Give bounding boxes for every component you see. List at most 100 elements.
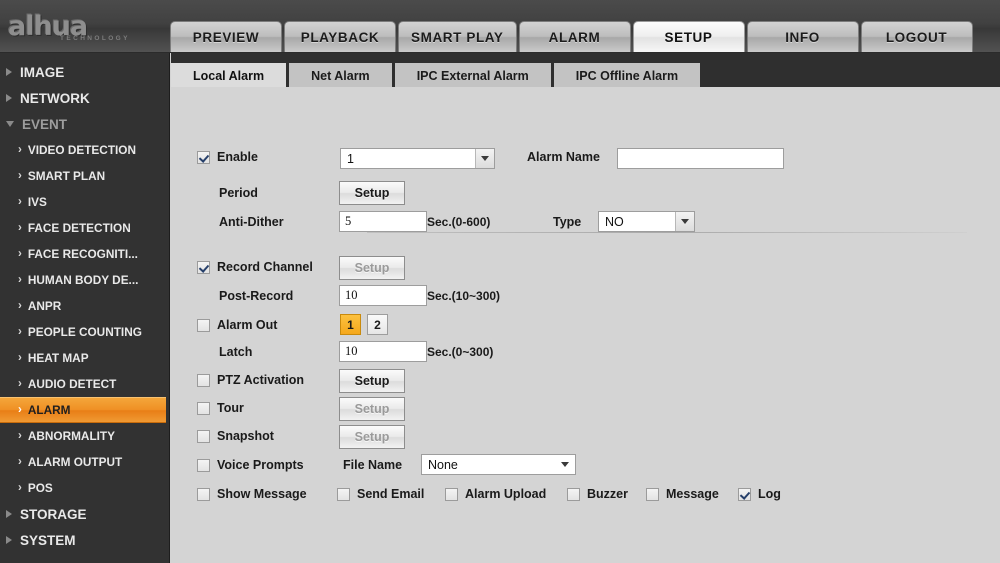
- alarm-out-channel-1[interactable]: 1: [340, 314, 361, 335]
- post-record-input[interactable]: 10: [339, 285, 427, 306]
- chevron-right-icon: ›: [18, 196, 22, 208]
- alarm-upload-checkbox[interactable]: [445, 487, 458, 501]
- chevron-right-icon: ›: [18, 378, 22, 390]
- latch-label: Latch: [219, 345, 253, 359]
- sidebar-item-human-body-de[interactable]: › HUMAN BODY DE...: [0, 267, 169, 293]
- sidebar-item-label: AUDIO DETECT: [27, 377, 117, 391]
- log-checkbox[interactable]: [738, 487, 751, 501]
- chevron-down-icon: [675, 212, 694, 231]
- subtab-ipc-offline-alarm[interactable]: IPC Offline Alarm: [553, 63, 704, 89]
- enable-checkbox[interactable]: [197, 150, 210, 164]
- sidebar-item-ivs[interactable]: › IVS: [0, 189, 169, 215]
- record-channel-setup-button[interactable]: Setup: [339, 256, 405, 280]
- sidebar-item-label: IMAGE: [20, 64, 65, 80]
- chevron-right-icon: ›: [18, 326, 22, 338]
- triangle-right-icon: [6, 510, 12, 518]
- snapshot-row: Snapshot: [197, 429, 274, 443]
- sidebar-item-label: IVS: [27, 195, 47, 209]
- sidebar-item-video-detection[interactable]: › VIDEO DETECTION: [0, 137, 169, 163]
- anti-dither-hint: Sec.(0-600): [427, 215, 490, 229]
- sidebar-item-heat-map[interactable]: › HEAT MAP: [0, 345, 169, 371]
- chevron-down-icon: [555, 455, 575, 474]
- channel-select[interactable]: 1: [340, 148, 495, 169]
- buzzer-label: Buzzer: [587, 487, 628, 501]
- message-checkbox[interactable]: [646, 487, 659, 501]
- sidebar-item-network[interactable]: NETWORK: [0, 85, 169, 111]
- dahua-logo: alhua TECHNOLOGY: [8, 5, 158, 47]
- triangle-right-icon: [6, 68, 12, 76]
- chevron-right-icon: ›: [18, 274, 22, 286]
- channel-select-value: 1: [347, 151, 354, 166]
- period-setup-button[interactable]: Setup: [339, 181, 405, 205]
- tour-setup-button[interactable]: Setup: [339, 397, 405, 421]
- alarm-name-label: Alarm Name: [527, 150, 600, 164]
- alarm-name-input[interactable]: [617, 148, 784, 169]
- subtab-local-alarm[interactable]: Local Alarm: [171, 63, 290, 89]
- alarm-out-checkbox[interactable]: [197, 318, 210, 332]
- record-channel-checkbox[interactable]: [197, 260, 210, 274]
- triangle-right-icon: [6, 536, 12, 544]
- sidebar-item-label: FACE DETECTION: [27, 221, 131, 235]
- sidebar-item-label: HUMAN BODY DE...: [27, 273, 139, 287]
- sidebar-item-audio-detect[interactable]: › AUDIO DETECT: [0, 371, 169, 397]
- chevron-right-icon: ›: [18, 404, 22, 416]
- nav-tab-setup[interactable]: SETUP: [632, 21, 745, 52]
- sidebar-item-image[interactable]: IMAGE: [0, 59, 169, 85]
- alarm-out-channel-2[interactable]: 2: [367, 314, 388, 335]
- voice-prompts-checkbox[interactable]: [197, 458, 210, 472]
- top-header: alhua TECHNOLOGY PREVIEW PLAYBACK SMART PL…: [0, 0, 1000, 53]
- sidebar-item-system[interactable]: SYSTEM: [0, 527, 169, 553]
- nav-tab-logout[interactable]: LOGOUT: [860, 21, 973, 52]
- sidebar-item-label: SYSTEM: [20, 532, 76, 548]
- post-record-row: Post-Record: [219, 289, 293, 303]
- nav-tab-info[interactable]: INFO: [746, 21, 859, 52]
- sidebar-item-storage[interactable]: STORAGE: [0, 501, 169, 527]
- sidebar-item-face-detection[interactable]: › FACE DETECTION: [0, 215, 169, 241]
- nav-tab-playback[interactable]: PLAYBACK: [284, 21, 396, 52]
- ptz-activation-checkbox[interactable]: [197, 373, 210, 387]
- subtab-net-alarm[interactable]: Net Alarm: [289, 63, 395, 89]
- sidebar-item-pos[interactable]: › POS: [0, 475, 169, 501]
- show-message-label: Show Message: [217, 487, 307, 501]
- ptz-activation-row: PTZ Activation: [197, 373, 304, 387]
- sidebar-item-alarm-output[interactable]: › ALARM OUTPUT: [0, 449, 169, 475]
- nav-tab-alarm[interactable]: ALARM: [518, 21, 631, 52]
- latch-row: Latch: [219, 345, 252, 359]
- sidebar-item-alarm[interactable]: › ALARM: [0, 397, 166, 423]
- sidebar-item-people-counting[interactable]: › PEOPLE COUNTING: [0, 319, 169, 345]
- log-row: Log: [738, 487, 781, 501]
- subtab-ipc-external-alarm[interactable]: IPC External Alarm: [394, 63, 554, 89]
- file-name-select[interactable]: None: [421, 454, 576, 475]
- buzzer-checkbox[interactable]: [567, 487, 580, 501]
- sidebar-item-label: PEOPLE COUNTING: [27, 325, 142, 339]
- sidebar-item-label: STORAGE: [20, 506, 87, 522]
- sidebar-item-label: ABNORMALITY: [27, 429, 116, 443]
- sidebar-item-event[interactable]: EVENT: [0, 111, 169, 137]
- chevron-right-icon: ›: [18, 456, 22, 468]
- snapshot-checkbox[interactable]: [197, 429, 210, 443]
- triangle-down-icon: [6, 121, 14, 127]
- snapshot-setup-button[interactable]: Setup: [339, 425, 405, 449]
- send-email-checkbox[interactable]: [337, 487, 350, 501]
- nav-tab-preview[interactable]: PREVIEW: [170, 21, 282, 52]
- alarm-out-label: Alarm Out: [217, 318, 278, 332]
- sidebar-item-label: NETWORK: [20, 90, 90, 106]
- file-name-label: File Name: [343, 458, 403, 472]
- nav-tab-smart-play[interactable]: SMART PLAY: [398, 21, 517, 52]
- ptz-activation-setup-button[interactable]: Setup: [339, 369, 405, 393]
- anti-dither-label: Anti-Dither: [219, 215, 284, 229]
- chevron-right-icon: ›: [18, 300, 22, 312]
- anti-dither-input[interactable]: 5: [339, 211, 427, 232]
- period-label: Period: [219, 186, 258, 200]
- sidebar-item-face-recogniti[interactable]: › FACE RECOGNITI...: [0, 241, 169, 267]
- sidebar-item-anpr[interactable]: › ANPR: [0, 293, 169, 319]
- sidebar-item-abnormality[interactable]: › ABNORMALITY: [0, 423, 169, 449]
- sidebar-item-smart-plan[interactable]: › SMART PLAN: [0, 163, 169, 189]
- tour-checkbox[interactable]: [197, 401, 210, 415]
- type-select[interactable]: NO: [598, 211, 695, 232]
- chevron-down-icon: [475, 149, 494, 168]
- latch-input[interactable]: 10: [339, 341, 427, 362]
- type-row: Type: [553, 215, 581, 229]
- show-message-checkbox[interactable]: [197, 487, 210, 501]
- period-row: Period: [219, 186, 258, 200]
